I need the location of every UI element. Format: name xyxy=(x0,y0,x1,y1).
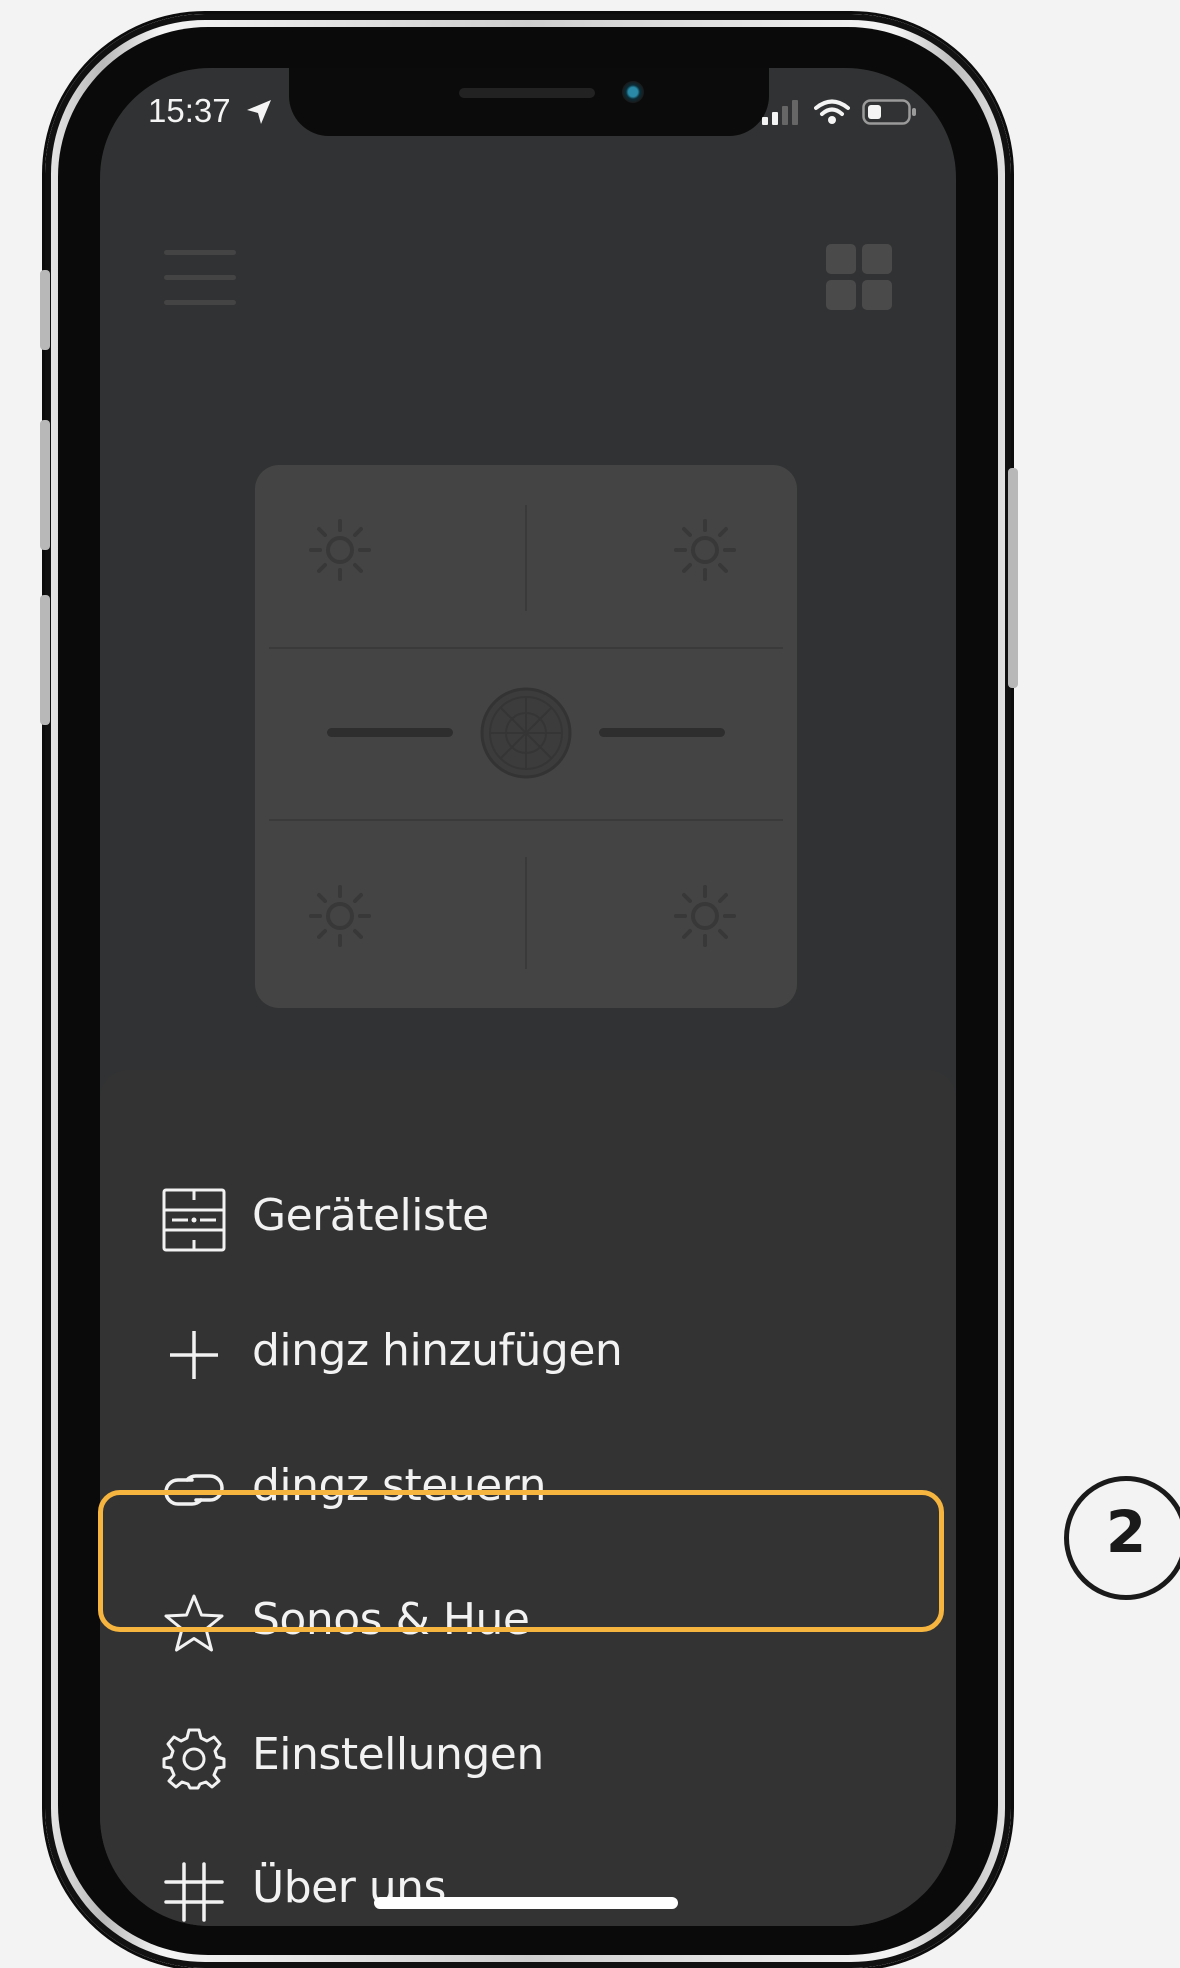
light-sun-icon[interactable] xyxy=(307,883,373,949)
menu-item-ueber-uns[interactable]: Über uns xyxy=(100,1832,956,1926)
menu-item-label: Einstellungen xyxy=(252,1729,544,1780)
highlight-box xyxy=(98,1490,944,1632)
menu-item-label: dingz hinzufügen xyxy=(252,1325,623,1376)
phone-screen: 15:37 Geräteliste dingz hinzufügen dingz… xyxy=(100,68,956,1926)
power-button xyxy=(1008,468,1018,688)
device-list-icon xyxy=(162,1188,226,1252)
status-time: 15:37 xyxy=(148,92,231,129)
silent-switch xyxy=(40,270,50,350)
plus-icon xyxy=(170,1331,218,1379)
light-sun-icon[interactable] xyxy=(672,883,738,949)
volume-up-button xyxy=(40,420,50,550)
volume-down-button xyxy=(40,595,50,725)
hash-icon xyxy=(164,1862,224,1922)
light-sun-icon[interactable] xyxy=(307,517,373,583)
wifi-icon xyxy=(814,99,850,124)
gear-icon xyxy=(162,1728,226,1790)
light-sun-icon[interactable] xyxy=(672,517,738,583)
step-badge: 2 xyxy=(1064,1476,1180,1614)
menu-item-label: Geräteliste xyxy=(252,1190,489,1241)
battery-icon xyxy=(862,99,916,125)
hamburger-menu-icon[interactable] xyxy=(164,250,236,312)
blind-control-bar[interactable] xyxy=(599,728,725,737)
menu-item-einstellungen[interactable]: Einstellungen xyxy=(100,1699,956,1809)
menu-item-dingz-hinzufuegen[interactable]: dingz hinzufügen xyxy=(100,1295,956,1405)
blind-control-bar[interactable] xyxy=(327,728,453,737)
dingz-dial-icon xyxy=(480,687,572,779)
signal-icon xyxy=(762,100,798,125)
earpiece-speaker xyxy=(459,88,595,98)
front-camera xyxy=(622,81,644,103)
notch xyxy=(289,68,769,136)
step-number: 2 xyxy=(1105,1498,1147,1566)
dingz-device-card[interactable] xyxy=(255,465,797,1008)
status-icons xyxy=(762,98,918,126)
home-indicator xyxy=(374,1897,678,1909)
location-arrow-icon xyxy=(247,100,271,124)
grid-view-icon[interactable] xyxy=(826,244,892,310)
menu-item-geraeteliste[interactable]: Geräteliste xyxy=(100,1160,956,1270)
